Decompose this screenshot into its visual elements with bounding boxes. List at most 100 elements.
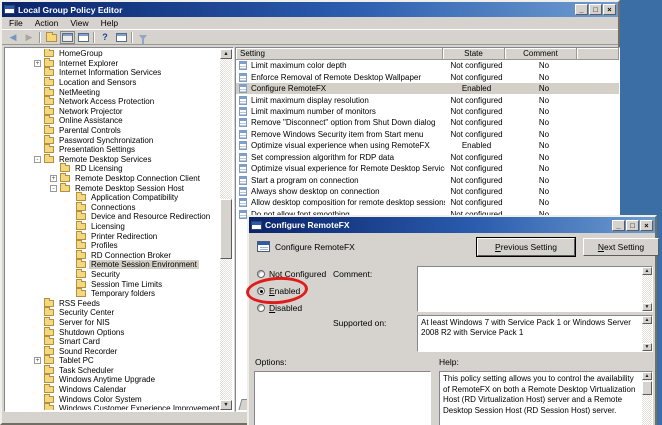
action-pane-icon[interactable] (113, 31, 129, 44)
scroll-up-icon[interactable]: ▲ (642, 267, 652, 275)
tree-item[interactable]: +Tablet PC (6, 356, 220, 366)
tree-item[interactable]: -Remote Desktop Session Host (6, 183, 220, 193)
tree-item[interactable]: HomeGroup (6, 49, 220, 59)
previous-setting-button[interactable]: Previous Setting (477, 238, 575, 256)
scroll-up-icon[interactable]: ▲ (220, 49, 232, 59)
forward-icon[interactable]: ▶ (21, 31, 37, 44)
tree-item[interactable]: Network Projector (6, 107, 220, 117)
filter-icon[interactable] (135, 31, 151, 44)
tree-item[interactable]: Session Time Limits (6, 279, 220, 289)
close-button[interactable]: × (640, 220, 653, 231)
tree-item[interactable]: +Internet Explorer (6, 59, 220, 69)
setting-row[interactable]: Optimize visual experience when using Re… (236, 140, 619, 151)
menu-action[interactable]: Action (29, 18, 65, 28)
setting-row[interactable]: Start a program on connectionNot configu… (236, 174, 619, 185)
export-list-icon[interactable] (75, 31, 91, 44)
expander-plus-icon[interactable]: + (50, 175, 57, 182)
tree-item[interactable]: Connections (6, 203, 220, 213)
scroll-up-icon[interactable]: ▲ (642, 316, 652, 324)
tree-item[interactable]: Licensing (6, 222, 220, 232)
tree-item[interactable]: Windows Color System (6, 394, 220, 404)
tree-item[interactable]: RD Licensing (6, 164, 220, 174)
tree-item[interactable]: Security Center (6, 308, 220, 318)
help-icon[interactable]: ? (97, 31, 113, 44)
supported-scrollbar[interactable]: ▲ ▼ (642, 316, 652, 351)
tree-item[interactable]: Parental Controls (6, 126, 220, 136)
tree-item[interactable]: +Remote Desktop Connection Client (6, 174, 220, 184)
setting-row[interactable]: Set compression algorithm for RDP dataNo… (236, 152, 619, 163)
setting-row[interactable]: Enforce Removal of Remote Desktop Wallpa… (236, 71, 619, 82)
column-setting[interactable]: Setting (236, 48, 443, 60)
next-setting-button[interactable]: Next Setting (583, 238, 659, 256)
tree-item[interactable]: Network Access Protection (6, 97, 220, 107)
setting-row[interactable]: Always show desktop on connectionNot con… (236, 186, 619, 197)
minimize-button[interactable]: _ (575, 4, 588, 15)
tree-item[interactable]: Shutdown Options (6, 327, 220, 337)
setting-row[interactable]: Limit maximum display resolutionNot conf… (236, 94, 619, 105)
tree-item[interactable]: -Remote Desktop Services (6, 155, 220, 165)
tree-item[interactable]: Device and Resource Redirection (6, 212, 220, 222)
tree-item[interactable]: RSS Feeds (6, 298, 220, 308)
tree-item[interactable]: NetMeeting (6, 87, 220, 97)
tree-item[interactable]: Internet Information Services (6, 68, 220, 78)
radio-button-icon[interactable] (257, 304, 265, 312)
radio-disabled[interactable]: Disabled (257, 303, 302, 313)
tree-item[interactable]: Security (6, 270, 220, 280)
menu-file[interactable]: File (3, 18, 29, 28)
scrollbar-thumb[interactable] (220, 199, 232, 259)
tree-item[interactable]: Task Scheduler (6, 366, 220, 376)
expander-minus-icon[interactable]: - (50, 185, 57, 192)
minimize-button[interactable]: _ (612, 220, 625, 231)
comment-textarea[interactable]: ▲ ▼ (417, 266, 653, 312)
expander-plus-icon[interactable]: + (34, 60, 41, 67)
setting-row[interactable]: Allow desktop composition for remote des… (236, 197, 619, 208)
back-icon[interactable]: ◀ (5, 31, 21, 44)
tree-item[interactable]: Application Compatibility (6, 193, 220, 203)
tree-item[interactable]: RD Connection Broker (6, 250, 220, 260)
tree-item[interactable]: Location and Sensors (6, 78, 220, 88)
close-button[interactable]: × (603, 4, 616, 15)
radio-button-icon[interactable] (257, 270, 265, 278)
tree-item[interactable]: Password Synchronization (6, 135, 220, 145)
tree-item[interactable]: Server for NIS (6, 318, 220, 328)
comment-scrollbar[interactable]: ▲ ▼ (642, 267, 652, 311)
tree-item[interactable]: Printer Redirection (6, 231, 220, 241)
tree-item[interactable]: Windows Calendar (6, 385, 220, 395)
tree-item[interactable]: Smart Card (6, 337, 220, 347)
scroll-down-icon[interactable]: ▼ (642, 303, 652, 311)
setting-row[interactable]: Remove Windows Security item from Start … (236, 129, 619, 140)
menu-help[interactable]: Help (95, 18, 124, 28)
maximize-button[interactable]: □ (589, 4, 602, 15)
setting-row[interactable]: Optimize visual experience for Remote De… (236, 163, 619, 174)
tree-item[interactable]: Online Assistance (6, 116, 220, 126)
tree-item[interactable]: Remote Session Environment (6, 260, 220, 270)
title-bar[interactable]: Local Group Policy Editor _□× (2, 2, 618, 17)
expander-minus-icon[interactable]: - (34, 156, 41, 163)
setting-row[interactable]: Limit maximum number of monitorsNot conf… (236, 106, 619, 117)
help-scrollbar[interactable]: ▲ (642, 372, 652, 425)
help-box[interactable]: This policy setting allows you to contro… (439, 371, 653, 425)
tree-item[interactable]: Profiles (6, 241, 220, 251)
show-console-tree-icon[interactable] (59, 31, 75, 44)
setting-row[interactable]: Configure RemoteFXEnabledNo (236, 83, 619, 94)
scroll-up-icon[interactable]: ▲ (642, 372, 652, 380)
column-state[interactable]: State (443, 48, 505, 60)
tree-item[interactable]: Windows Customer Experience Improvement … (6, 404, 220, 410)
expander-plus-icon[interactable]: + (34, 357, 41, 364)
options-box[interactable] (254, 371, 431, 425)
tree-item[interactable]: Windows Anytime Upgrade (6, 375, 220, 385)
scroll-down-icon[interactable]: ▼ (642, 343, 652, 351)
dialog-title-bar[interactable]: Configure RemoteFX _□× (249, 217, 655, 233)
menu-view[interactable]: View (64, 18, 94, 28)
scroll-down-icon[interactable]: ▼ (220, 400, 232, 410)
setting-row[interactable]: Limit maximum color depthNot configuredN… (236, 60, 619, 71)
tree-item[interactable]: Temporary folders (6, 289, 220, 299)
tree-item[interactable]: Sound Recorder (6, 346, 220, 356)
setting-row[interactable]: Remove "Disconnect" option from Shut Dow… (236, 117, 619, 128)
supported-on-box[interactable]: At least Windows 7 with Service Pack 1 o… (417, 315, 653, 352)
maximize-button[interactable]: □ (626, 220, 639, 231)
scrollbar-thumb[interactable] (642, 381, 652, 395)
tree-scrollbar[interactable]: ▲ ▼ (220, 49, 232, 410)
up-one-level-icon[interactable] (43, 31, 59, 44)
tree-item[interactable]: Presentation Settings (6, 145, 220, 155)
